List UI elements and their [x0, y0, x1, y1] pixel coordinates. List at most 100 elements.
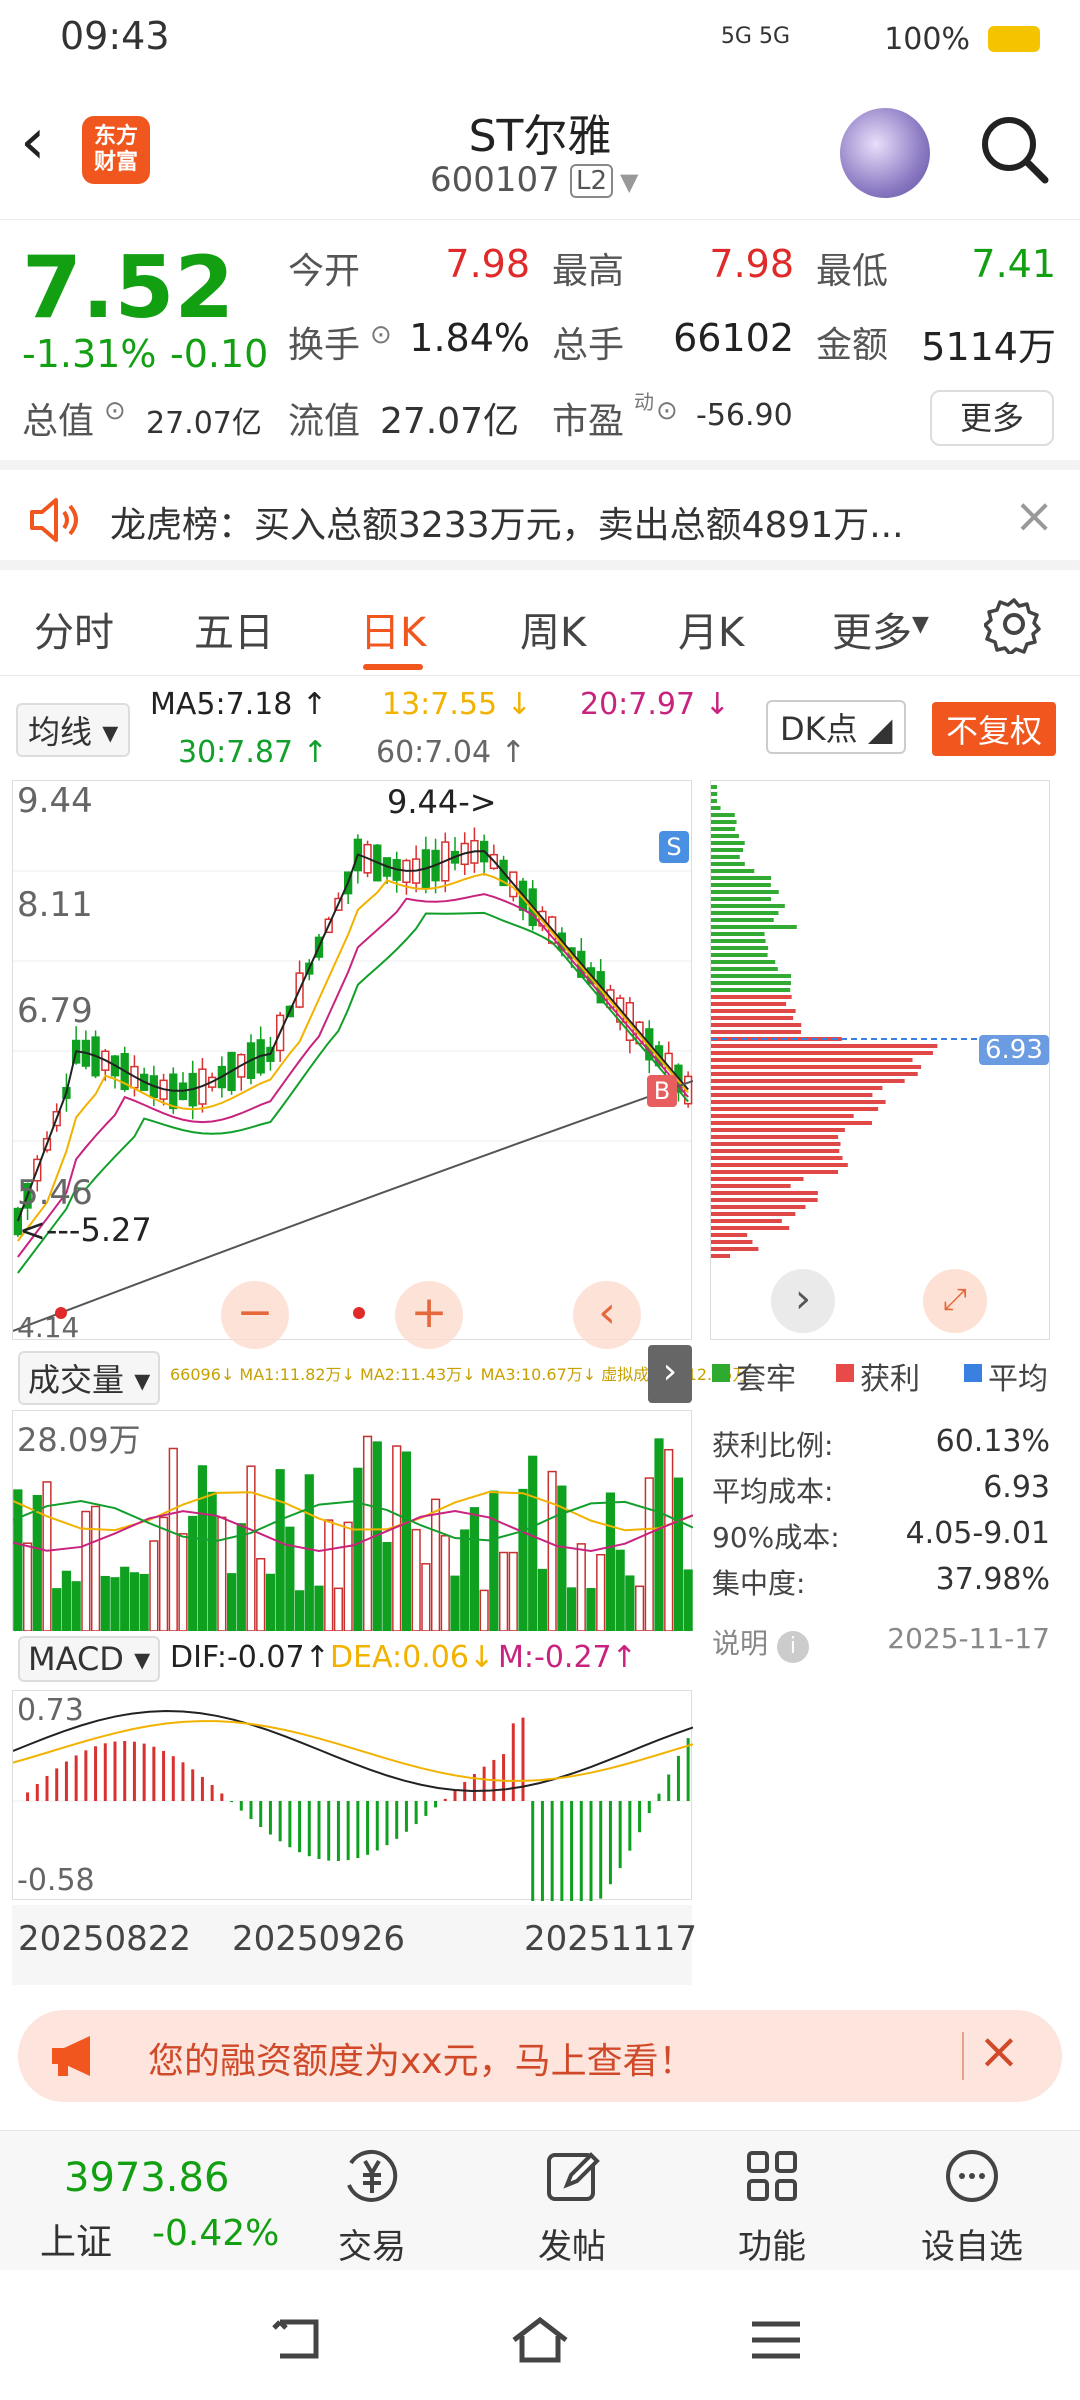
chip-distribution-chart[interactable]: 6.93 › ⤢ [710, 780, 1051, 1340]
chip-bar [711, 904, 785, 908]
chip-bar [711, 918, 774, 922]
index-widget[interactable]: 3973.86 上证 -0.42% [10, 2131, 310, 2271]
tab-more[interactable]: 更多 [832, 600, 912, 658]
macd-chart[interactable]: 0.73 -0.58 [12, 1690, 693, 1901]
volume-bar [430, 1498, 441, 1631]
zoom-in-button[interactable]: + [395, 1281, 463, 1349]
bottom-toolbar: 3973.86 上证 -0.42% 交易 发帖 功能 设自选 [0, 2130, 1080, 2270]
chip-bar [711, 869, 755, 873]
volume-bar [421, 1563, 431, 1631]
chip-bar [711, 799, 717, 803]
chip-bar [711, 1107, 879, 1111]
chip-bar [711, 1212, 796, 1216]
chip-bar [711, 1219, 782, 1223]
chip-bar [711, 1009, 796, 1013]
assistant-avatar-icon[interactable] [840, 108, 930, 198]
chip-bar [711, 1156, 843, 1160]
volume-bar [22, 1542, 33, 1631]
tab-yuek[interactable]: 月K [678, 600, 744, 658]
open-label: 今开 [288, 251, 361, 292]
info-icon[interactable]: ⊙ [370, 320, 392, 350]
tab-rik[interactable]: 日K [360, 600, 426, 658]
zoom-out-button[interactable]: − [221, 1281, 289, 1349]
macd-top-label: 0.73 [17, 1693, 84, 1728]
chip-bar [711, 897, 772, 901]
macd-header: MACD ▾ DIF:-0.07↑ DEA:0.06↓ M:-0.27↑ [12, 1630, 692, 1690]
chip-bar [711, 1205, 806, 1209]
chip-bar [711, 890, 779, 894]
stock-code[interactable]: 600107 [430, 160, 560, 200]
stock-header: ‹ 东方 财富 ST尔雅 600107 L2 ▼ [0, 80, 1080, 220]
volume-bar [392, 1445, 402, 1631]
macd-svg [13, 1710, 693, 1901]
chip-bar [711, 1051, 933, 1055]
trade-button[interactable]: 交易 [272, 2131, 472, 2271]
volume-bar [460, 1529, 470, 1631]
expand-icon[interactable]: ⤢ [923, 1269, 987, 1333]
chip-bar [711, 1065, 922, 1069]
chip-bar [711, 1163, 848, 1167]
chip-date: 2025-11-17 [887, 1622, 1050, 1655]
chip-bar [711, 876, 772, 880]
chip-bar [711, 1093, 873, 1097]
chip-bar [711, 806, 721, 810]
volume-selector[interactable]: 成交量 ▾ [18, 1351, 161, 1405]
chip-bar [711, 1198, 818, 1202]
financing-promo-banner[interactable]: 您的融资额度为xx元，马上查看！ × [18, 2010, 1062, 2102]
dragon-tiger-notice[interactable]: 龙虎榜：买入总额3233万元，卖出总额4891万... × [0, 470, 1080, 570]
volume-chart[interactable]: 28.09万 [12, 1410, 693, 1631]
level2-badge[interactable]: L2 [570, 164, 614, 198]
tab-wuri[interactable]: 五日 [194, 600, 274, 658]
search-icon[interactable] [975, 110, 1055, 190]
dk-point-selector[interactable]: DK点 ◢ [766, 700, 907, 754]
volume-bar [178, 1533, 188, 1631]
function-button[interactable]: 功能 [672, 2131, 872, 2271]
chip-next-button[interactable]: › [771, 1269, 835, 1333]
more-quote-button[interactable]: 更多 [930, 390, 1054, 446]
volume-bar [275, 1469, 285, 1631]
post-button[interactable]: 发帖 [472, 2131, 672, 2271]
chip-bar [711, 981, 791, 985]
index-change: -0.42% [152, 2213, 280, 2254]
close-icon[interactable]: × [978, 2022, 1020, 2080]
info-icon[interactable]: ⊙ [656, 396, 678, 426]
volume-bar [120, 1566, 130, 1631]
divider [962, 2032, 964, 2080]
adjust-selector[interactable]: 不复权 [932, 702, 1057, 756]
volume-bar [13, 1489, 23, 1631]
ma13-value: 13:7.55 ↓ [382, 687, 532, 722]
sell-signal-badge[interactable]: S [659, 831, 689, 863]
concentration-value: 37.98% [935, 1562, 1050, 1597]
candlestick-chart[interactable]: 9.44 8.11 6.79 5.46 4.14 9.44-> <---5.27… [12, 780, 693, 1349]
close-icon[interactable]: × [1014, 488, 1054, 544]
chip-bar [711, 946, 769, 950]
ma5-value: MA5:7.18 ↑ [150, 687, 328, 722]
edit-icon [547, 2152, 600, 2201]
nav-home-icon[interactable] [508, 2314, 572, 2366]
info-icon: i [776, 1631, 809, 1663]
nav-back-icon[interactable] [270, 2316, 326, 2364]
code-dropdown-icon[interactable]: ▼ [620, 168, 638, 196]
info-icon[interactable]: ⊙ [104, 396, 126, 426]
settings-gear-icon[interactable] [984, 594, 1044, 654]
volume-value: 66102 [673, 316, 794, 360]
collapse-panel-button[interactable]: › [648, 1345, 692, 1403]
float-label: 流值 [288, 401, 361, 442]
scroll-left-button[interactable]: ‹ [573, 1281, 641, 1349]
volume-bar [576, 1543, 586, 1631]
volume-bar [207, 1491, 217, 1631]
buy-signal-badge[interactable]: B [647, 1075, 677, 1107]
profit-ratio-value: 60.13% [935, 1424, 1050, 1459]
tab-fenshi[interactable]: 分时 [34, 600, 114, 658]
indicator-selector[interactable]: 均线 ▾ [16, 703, 131, 757]
nav-menu-icon[interactable] [748, 2318, 804, 2362]
macd-selector[interactable]: MACD ▾ [18, 1636, 161, 1682]
chip-note-link[interactable]: 说明 i [712, 1622, 809, 1663]
tab-zhouk[interactable]: 周K [520, 600, 586, 658]
volume-ma-line [13, 1491, 693, 1532]
volume-bar [304, 1474, 314, 1631]
period-tabs: 分时 五日 日K 周K 月K 更多 ▼ [0, 570, 1080, 676]
ma-legend: 均线 ▾ MA5:7.18 ↑ 13:7.55 ↓ 20:7.97 ↓ 30:7… [0, 685, 730, 785]
add-watchlist-button[interactable]: 设自选 [872, 2131, 1072, 2271]
chip-bar [711, 1114, 854, 1118]
